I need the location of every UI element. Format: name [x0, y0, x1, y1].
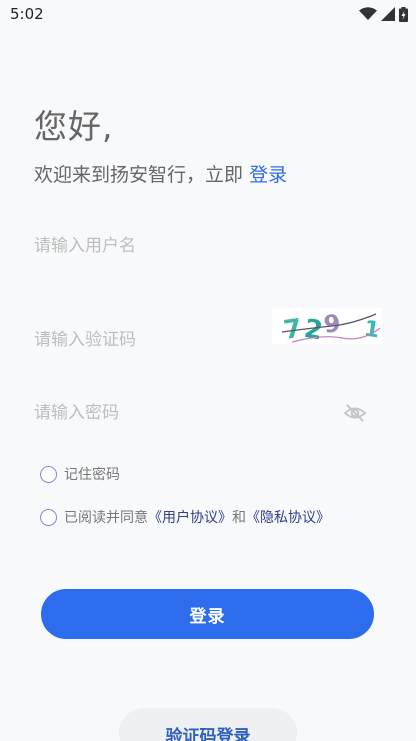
agreement-option[interactable]: 已阅读并同意 《用户协议》 和 《隐私协议》 — [40, 507, 330, 527]
status-time: 5:02 — [10, 5, 44, 23]
status-icons — [359, 6, 408, 22]
captcha-field-container — [34, 320, 264, 360]
status-bar: 5:02 — [0, 0, 416, 28]
greeting-login-link[interactable]: 登录 — [249, 164, 287, 186]
sms-login-button[interactable]: 验证码登录 — [119, 708, 297, 741]
privacy-agreement-link[interactable]: 《隐私协议》 — [246, 507, 330, 527]
agreement-prefix: 已阅读并同意 — [64, 510, 148, 526]
login-button[interactable]: 登录 — [41, 589, 374, 639]
captcha-image[interactable]: 7 2 9 1 — [272, 308, 382, 347]
username-field-container — [34, 226, 380, 266]
password-input[interactable] — [34, 403, 334, 423]
captcha-input[interactable] — [34, 330, 264, 350]
agreement-checkbox[interactable] — [40, 508, 57, 526]
user-agreement-link[interactable]: 《用户协议》 — [148, 507, 232, 527]
remember-password-label: 记住密码 — [64, 467, 120, 483]
username-input[interactable] — [34, 236, 380, 256]
battery-icon — [399, 6, 408, 22]
password-field-container — [34, 393, 334, 433]
greeting-title: 您好, — [34, 107, 114, 146]
wifi-icon — [359, 7, 377, 20]
agreement-and: 和 — [232, 510, 246, 526]
remember-password-option[interactable]: 记住密码 — [40, 464, 120, 484]
cellular-icon — [381, 7, 395, 21]
svg-text:9: 9 — [322, 309, 342, 339]
eye-off-icon[interactable] — [343, 401, 367, 425]
greeting-subtitle: 欢迎来到扬安智行，立即 登录 — [34, 160, 287, 187]
remember-password-checkbox[interactable] — [40, 465, 57, 483]
greeting-subtitle-text: 欢迎来到扬安智行，立即 — [34, 164, 244, 186]
